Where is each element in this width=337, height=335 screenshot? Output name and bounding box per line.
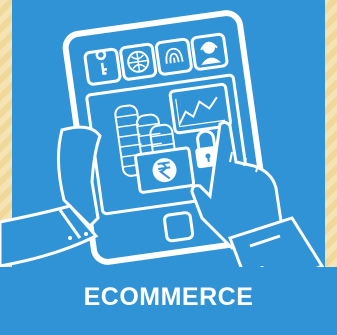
ecommerce-illustration: ECOMMERCE [0,0,337,335]
fingerprint-icon [154,37,193,76]
banner-title: ECOMMERCE [83,283,254,311]
left-hand [0,125,102,268]
rupee-note-icon [134,146,196,194]
home-button-icon [163,211,195,243]
